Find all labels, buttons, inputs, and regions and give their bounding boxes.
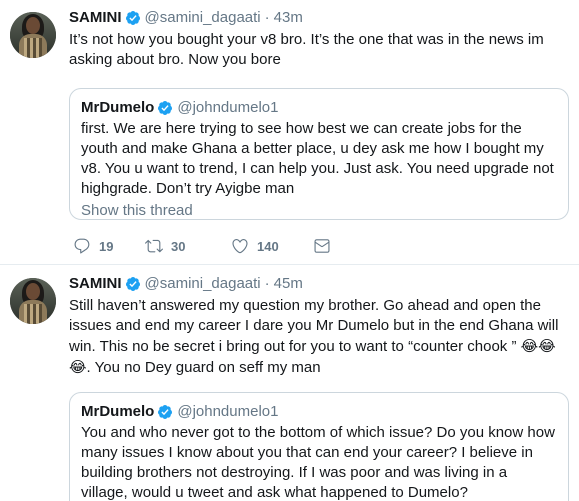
message-icon <box>314 239 330 253</box>
verified-badge-icon <box>125 277 140 291</box>
tweet-time[interactable]: 45m <box>274 274 303 294</box>
tweet-text: It’s not how you bought your v8 bro. It’… <box>69 31 544 68</box>
verified-badge-icon <box>158 405 173 419</box>
quoted-tweet-header: MrDumelo @johndumelo1 <box>81 98 557 118</box>
quoted-tweet[interactable]: MrDumelo @johndumelo1 first. We are here… <box>69 88 569 220</box>
quoted-tweet[interactable]: MrDumelo @johndumelo1 You and who never … <box>69 392 569 501</box>
author-name[interactable]: SAMINI <box>69 8 122 28</box>
separator: · <box>264 9 270 26</box>
avatar[interactable] <box>10 12 56 58</box>
author-name[interactable]: SAMINI <box>69 274 122 294</box>
author-handle[interactable]: @samini_dagaati <box>145 274 261 294</box>
retweet-button[interactable]: 30 <box>145 237 231 255</box>
retweet-icon <box>145 239 163 253</box>
quoted-author-handle: @johndumelo1 <box>177 99 279 116</box>
like-count: 140 <box>257 238 279 254</box>
tweet-time[interactable]: 43m <box>274 8 303 28</box>
tweet-header: SAMINI @samini_dagaati · 43m <box>69 8 303 28</box>
tweet-1[interactable]: SAMINI @samini_dagaati · 43m It’s not ho… <box>0 0 579 265</box>
author-handle[interactable]: @samini_dagaati <box>145 8 261 28</box>
quoted-author-handle: @johndumelo1 <box>177 403 279 420</box>
like-button[interactable]: 140 <box>231 237 313 255</box>
verified-badge-icon <box>158 101 173 115</box>
reply-count: 19 <box>99 238 114 254</box>
retweet-count: 30 <box>171 238 186 254</box>
reply-button[interactable]: 19 <box>73 237 145 255</box>
quoted-author-name: MrDumelo <box>81 403 155 420</box>
quoted-tweet-text: first. We are here trying to see how bes… <box>81 120 554 197</box>
show-thread-link[interactable]: Show this thread <box>81 201 557 221</box>
like-icon <box>232 239 248 254</box>
avatar[interactable] <box>10 278 56 324</box>
tweet-text-part: . You no Dey guard on seff my man <box>86 359 321 376</box>
tweet-actions: 19 30 140 <box>69 235 339 257</box>
verified-badge-icon <box>125 11 140 25</box>
tweet-text: Still haven’t answered my question my br… <box>69 296 569 378</box>
tweet-header: SAMINI @samini_dagaati · 45m <box>69 274 303 294</box>
quoted-tweet-text: You and who never got to the bottom of w… <box>81 424 555 501</box>
reply-icon <box>74 238 90 254</box>
quoted-author-name: MrDumelo <box>81 99 155 116</box>
tweet-text-part: Still haven’t answered my question my br… <box>69 297 559 355</box>
message-button[interactable] <box>313 237 339 255</box>
separator: · <box>264 275 270 292</box>
tweet-2[interactable]: SAMINI @samini_dagaati · 45m Still haven… <box>0 266 579 501</box>
quoted-tweet-header: MrDumelo @johndumelo1 <box>81 402 557 422</box>
